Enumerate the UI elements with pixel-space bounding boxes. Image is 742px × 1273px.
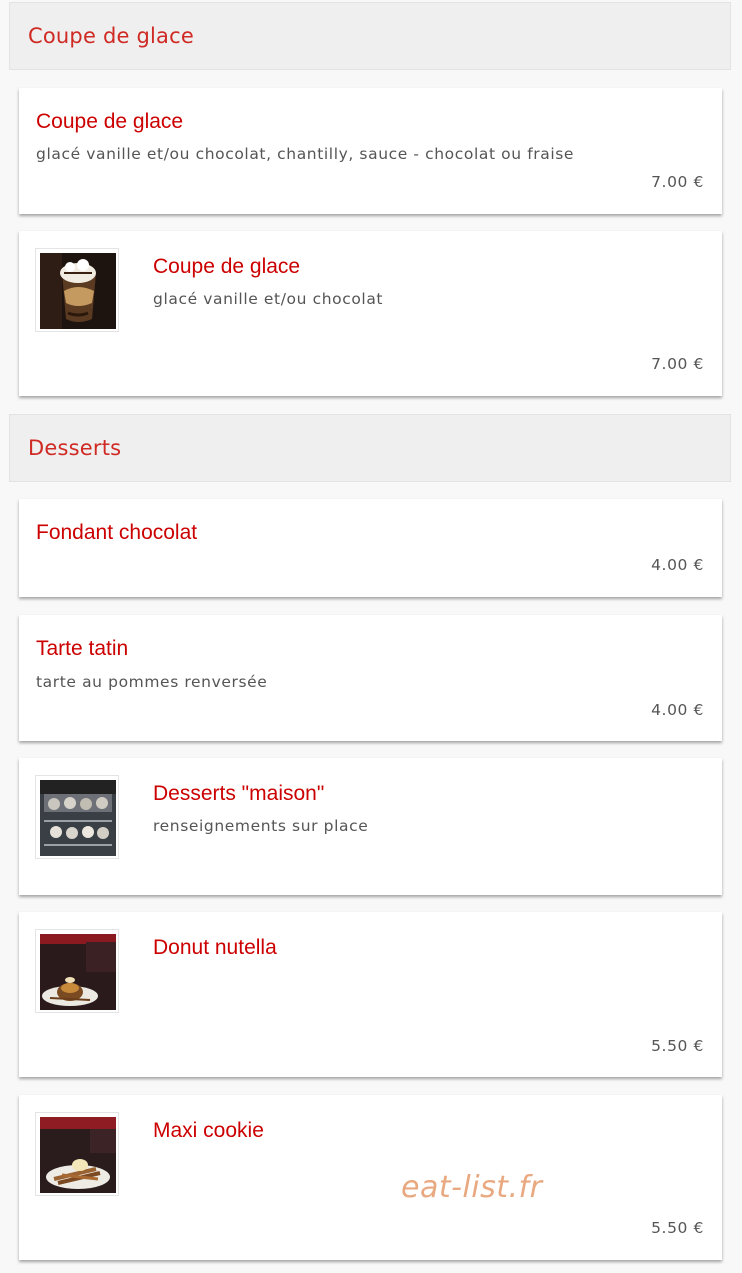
dessert-display-photo[interactable] bbox=[35, 775, 119, 859]
menu-item-card[interactable]: Coupe de glace glacé vanille et/ou choco… bbox=[19, 88, 722, 214]
menu-item-card[interactable]: Tarte tatin tarte au pommes renversée 4.… bbox=[19, 615, 722, 741]
section-title: Coupe de glace bbox=[28, 24, 194, 48]
menu-item-title: Tarte tatin bbox=[36, 637, 129, 660]
menu-item-price: 7.00 € bbox=[651, 173, 704, 191]
menu-item-price: 5.50 € bbox=[651, 1037, 704, 1055]
menu-item-card[interactable]: Donut nutella 5.50 € bbox=[19, 912, 722, 1077]
menu-item-description: renseignements sur place bbox=[153, 817, 369, 835]
menu-item-title: Desserts "maison" bbox=[153, 782, 325, 805]
section-header-desserts: Desserts bbox=[9, 414, 731, 482]
menu-item-card[interactable]: Coupe de glace glacé vanille et/ou choco… bbox=[19, 231, 722, 396]
menu-item-description: glacé vanille et/ou chocolat, chantilly,… bbox=[36, 145, 575, 163]
menu-item-title: Maxi cookie bbox=[153, 1119, 264, 1142]
menu-item-title: Coupe de glace bbox=[153, 255, 301, 278]
watermark-logo: eat-list.fr bbox=[401, 1170, 543, 1205]
section-header-coupe-de-glace: Coupe de glace bbox=[9, 2, 731, 70]
menu-item-title: Coupe de glace bbox=[36, 110, 184, 133]
menu-item-card[interactable]: Fondant chocolat 4.00 € bbox=[19, 499, 722, 597]
menu-item-price: 5.50 € bbox=[651, 1219, 704, 1237]
section-title: Desserts bbox=[28, 436, 122, 460]
menu-item-card[interactable]: Maxi cookie 5.50 € bbox=[19, 1095, 722, 1260]
menu-item-card[interactable]: Desserts "maison" renseignements sur pla… bbox=[19, 758, 722, 895]
donut-plate-photo[interactable] bbox=[35, 929, 119, 1013]
menu-item-title: Fondant chocolat bbox=[36, 521, 198, 544]
menu-item-price: 4.00 € bbox=[651, 556, 704, 574]
menu-item-price: 4.00 € bbox=[651, 701, 704, 719]
menu-item-description: glacé vanille et/ou chocolat bbox=[153, 290, 384, 308]
menu-item-price: 7.00 € bbox=[651, 355, 704, 373]
menu-item-title: Donut nutella bbox=[153, 936, 277, 959]
cookie-plate-photo[interactable] bbox=[35, 1112, 119, 1196]
ice-cream-sundae-photo[interactable] bbox=[35, 248, 119, 332]
menu-item-description: tarte au pommes renversée bbox=[36, 673, 268, 691]
